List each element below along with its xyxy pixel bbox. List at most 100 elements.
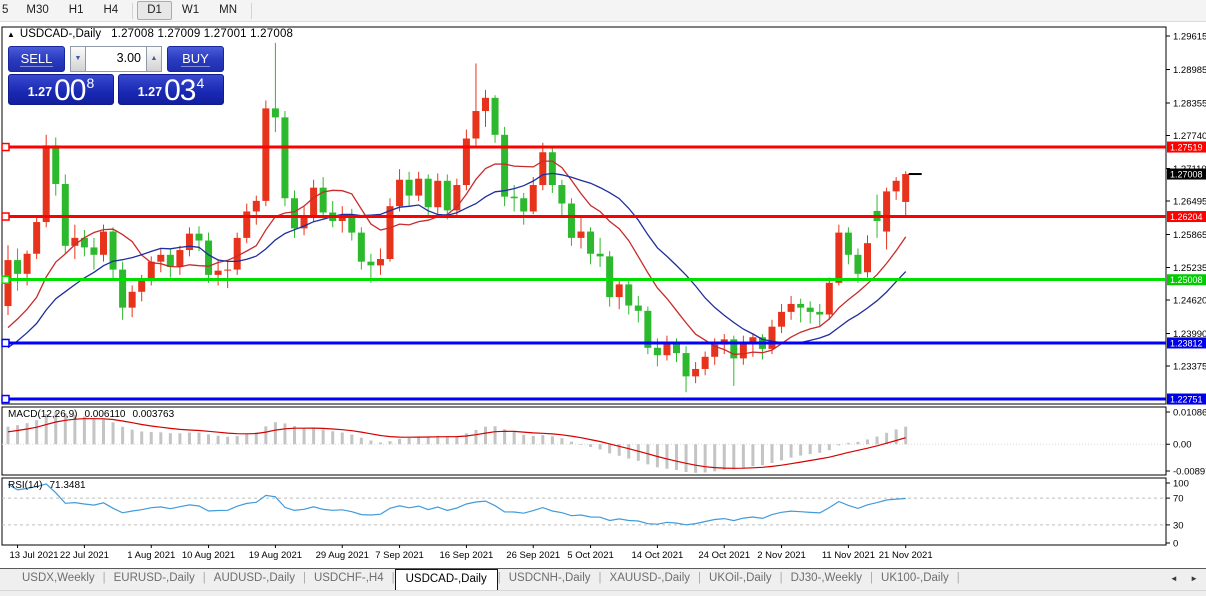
date-label: 29 Aug 2021 [316, 550, 369, 561]
macd-bar [130, 429, 134, 445]
timeframe-button-mn[interactable]: MN [209, 1, 247, 20]
macd-bar [426, 436, 430, 445]
buy-price-prefix: 1.27 [137, 85, 163, 99]
date-label: 21 Nov 2021 [879, 550, 933, 561]
timeframe-button-w1[interactable]: W1 [172, 1, 209, 20]
macd-bar [54, 411, 58, 445]
date-label: 16 Sep 2021 [439, 550, 493, 561]
price-axis[interactable]: 1.296151.289851.283551.277401.271101.264… [1166, 32, 1206, 550]
price-axis-label: 1.26495 [1173, 197, 1206, 208]
buy-price-display[interactable]: 1.27 03 4 [118, 74, 224, 106]
date-axis[interactable]: 13 Jul 2021 22 Jul 2021 1 Aug 2021 10 Aug 2… [9, 545, 933, 561]
chart-tab-bar: USDX,Weekly | EURUSD-,Daily | AUDUSD-,Daily |… [0, 568, 1206, 596]
macd-bar [760, 444, 764, 466]
macd-bar [856, 441, 860, 445]
sell-button[interactable]: SELL [8, 46, 65, 72]
macd-bar [589, 444, 593, 447]
volume-stepper: ▼ 3.00 ▲ [70, 46, 162, 72]
date-label: 2 Nov 2021 [757, 550, 806, 561]
timeframe-button-m30[interactable]: M30 [16, 1, 58, 20]
timeframe-button-5[interactable]: 5 [0, 1, 16, 20]
macd-bar [197, 432, 201, 445]
macd-bar [665, 444, 669, 469]
candle-body [157, 254, 165, 262]
volume-increase-button[interactable]: ▲ [146, 46, 162, 72]
chart-tab-usdcnh-daily[interactable]: USDCNH-,Daily [501, 569, 599, 590]
date-label: 19 Aug 2021 [249, 550, 302, 561]
sell-price-pip-digit: 8 [86, 75, 95, 91]
macd-bar [6, 426, 10, 445]
toolbar-separator [251, 2, 253, 19]
chart-tab-usdcad-daily[interactable]: USDCAD-,Daily [394, 569, 498, 590]
candle-body [434, 180, 442, 208]
candle-body [472, 111, 480, 139]
date-label: 13 Jul 2021 [9, 550, 58, 561]
candle-body [61, 183, 69, 246]
tab-scroll-right-icon[interactable]: ► [1190, 574, 1198, 583]
candle-body [23, 253, 31, 274]
macd-bar [780, 444, 784, 461]
svg-text:1.25008: 1.25008 [1170, 275, 1203, 285]
candle-body [348, 215, 356, 233]
price-axis-label: 1.27740 [1173, 131, 1206, 142]
macd-bar [770, 444, 774, 464]
macd-bar [82, 416, 86, 445]
macd-axis-label: -0.008974 [1173, 467, 1206, 478]
macd-bar [722, 444, 726, 470]
candle-body [892, 180, 900, 192]
candle-body [224, 269, 232, 271]
chart-tab-usdchf-h4[interactable]: USDCHF-,H4 [306, 569, 392, 590]
line-handle[interactable] [1, 212, 10, 221]
chart-tab-usdx-weekly[interactable]: USDX,Weekly [14, 569, 103, 590]
candle-body [205, 240, 213, 275]
macd-axis-label: 0.010869 [1173, 408, 1206, 419]
candle-body [864, 243, 871, 273]
candle-body [386, 206, 394, 260]
macd-bar [44, 414, 48, 445]
timeframe-button-h4[interactable]: H4 [93, 1, 128, 20]
macd-bar [445, 436, 449, 445]
macd-bar [808, 444, 812, 455]
timeframe-button-h1[interactable]: H1 [59, 1, 94, 20]
candle-body [185, 233, 193, 251]
timeframe-button-d1[interactable]: D1 [137, 1, 172, 20]
macd-axis-label: 0.00 [1173, 440, 1192, 451]
candle-body [376, 259, 384, 266]
chart-tab-dj30-weekly[interactable]: DJ30-,Weekly [783, 569, 870, 590]
macd-bar [254, 432, 258, 445]
price-axis-label: 1.28355 [1173, 98, 1206, 109]
chart-tab-eurusd-daily[interactable]: EURUSD-,Daily [106, 569, 203, 590]
macd-bar [598, 444, 602, 450]
sell-price-big-digits: 00 [54, 74, 86, 107]
rsi-axis-label: 70 [1173, 494, 1184, 505]
buy-button[interactable]: BUY [167, 46, 224, 72]
volume-decrease-button[interactable]: ▼ [70, 46, 86, 72]
line-handle[interactable] [1, 142, 10, 152]
candle-body [271, 108, 279, 118]
candle-body [405, 179, 413, 196]
macd-bar [560, 438, 564, 445]
candle-body [147, 261, 155, 281]
macd-bar [818, 444, 822, 453]
chart-tab-xauusd-daily[interactable]: XAUUSD-,Daily [602, 569, 699, 590]
macd-bar [846, 442, 850, 445]
one-click-trading-panel: SELL ▼ 3.00 ▲ BUY 1.27 00 8 1.27 03 4 [8, 46, 224, 106]
chart-tab-ukoil-daily[interactable]: UKOil-,Daily [701, 569, 780, 590]
chart-tab-audusd-daily[interactable]: AUDUSD-,Daily [206, 569, 303, 590]
line-handle[interactable] [1, 394, 10, 404]
line-handle[interactable] [1, 275, 10, 284]
candle-body [739, 343, 747, 359]
line-handle[interactable] [1, 338, 10, 348]
chart-tab-uk100-daily[interactable]: UK100-,Daily [873, 569, 957, 590]
macd-bar [484, 426, 487, 445]
rsi-axis-label: 100 [1173, 479, 1189, 490]
candle-body [33, 222, 41, 254]
candle-body [510, 196, 518, 199]
price-axis-label: 1.24620 [1173, 296, 1206, 307]
macd-bar [464, 433, 468, 445]
date-label: 5 Oct 2021 [567, 550, 613, 561]
tab-scroll-left-icon[interactable]: ◄ [1170, 574, 1178, 583]
volume-input[interactable]: 3.00 [86, 46, 146, 72]
sell-price-display[interactable]: 1.27 00 8 [8, 74, 114, 107]
macd-bar [541, 435, 545, 445]
